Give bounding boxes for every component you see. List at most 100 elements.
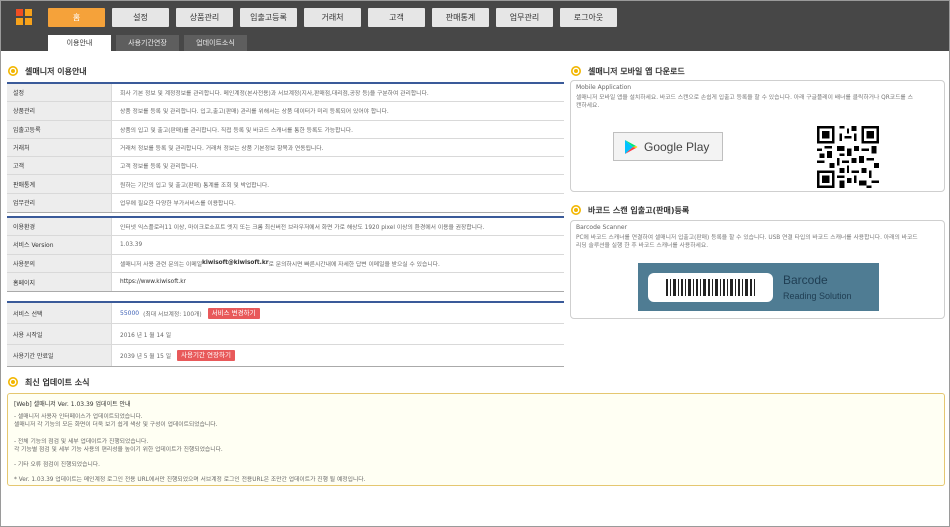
tab-extend[interactable]: 사용기간연장 [116,35,179,51]
google-play-button[interactable]: Google Play [613,132,723,161]
menu-sales-stats[interactable]: 판매통계 [432,8,489,27]
page: 홈 설정 상품관리 입출고등록 거래처 고객 판매통계 업무관리 로그아웃 이용… [0,0,950,527]
menu-inout[interactable]: 입출고등록 [240,8,297,27]
menu-clients[interactable]: 거래처 [304,8,361,27]
tab-guide[interactable]: 이용안내 [48,35,111,51]
banner-title: Barcode [783,273,828,287]
table-row: 사용기간 만료일 2039 년 5 월 15 일 사용기간 연장하기 [7,345,564,366]
row-value: 업무에 필요한 다양한 부가서비스를 이용합니다. [120,201,236,208]
row-value: 55000 (최대 서브계정: 100개) 서비스 변경하기 [112,303,564,323]
service-table: 서비스 선택 55000 (최대 서브계정: 100개) 서비스 변경하기 사용 시작… [7,301,564,367]
barcode-section-title: 바코드 스캔 입출고(판매)등록 [570,204,689,216]
service-plan-link[interactable]: 55000 [120,310,139,317]
row-key: 서비스 Version [7,236,112,254]
expiry-date-value: 2039 년 5 월 15 일 [120,354,172,360]
mobile-title-text: 셀매니저 모바일 앱 다운로드 [588,66,685,76]
row-key: 거래처 [7,138,112,157]
table-row: 사용 시작일 2016 년 1 월 14 일 [7,324,564,345]
row-key: 홈페이지 [7,272,112,292]
row-value: 인터넷 익스플로러11 이상, 마이크로소프트 엣지 또는 크롬 최신버전 브라… [120,225,485,232]
row-value: 거래처 정보를 등록 및 관리합니다. 거래처 정보는 상품 기본정보 항목과 … [120,146,324,153]
sun-icon [7,65,19,77]
row-value: 원하는 기간의 입고 및 출고(판매) 통계를 조회 및 박업합니다. [120,182,270,189]
top-navigation-bar: 홈 설정 상품관리 입출고등록 거래처 고객 판매통계 업무관리 로그아웃 [1,1,949,34]
sun-icon [570,65,582,77]
sun-icon [570,204,582,216]
version-value: 1.03.39 [120,241,143,248]
mobile-desc-line2: 캔하세요. [576,103,600,109]
barcode-desc-line2: 리딩 솔루션을 실행 한 후 바코드 스캐너를 사용하세요. [576,243,709,249]
row-key: 사용기간 만료일 [7,345,112,366]
mobile-section-title: 셀매니저 모바일 앱 다운로드 [570,65,685,77]
table-row: 고객 고객 정보를 등록 및 관리합니다. [7,157,564,176]
table-row: 입출고등록 상품의 입고 및 출고(판매)를 관리합니다. 직접 등록 및 바코드… [7,120,564,139]
row-key: 서비스 선택 [7,303,112,323]
table-row: 거래처 거래처 정보를 등록 및 관리합니다. 거래처 정보는 상품 기본정보 항… [7,138,564,158]
row-key: 사용 시작일 [7,324,112,344]
row-value: 셀매니저 사용 관련 문의는 이메일 kiwisoft@kiwisoft.kr … [112,255,564,272]
guide-section-title: 셀매니저 이용안내 [7,65,87,77]
google-play-icon [625,139,638,154]
tab-updates[interactable]: 업데이트소식 [184,35,247,51]
app-logo-icon[interactable] [16,9,33,26]
table-row: 설정 회사 기본 정보 및 계정정보를 관리합니다. 메인계정(본사전용)과 서브… [7,84,564,103]
menu-products[interactable]: 상품관리 [176,8,233,27]
sun-icon [7,376,19,388]
extend-period-button[interactable]: 사용기간 연장하기 [177,350,235,361]
update-line: - 기타 오류 점검이 진행되었습니다. [14,462,100,468]
update-line: * Ver. 1.03.39 업데이트는 메인계정 로그인 전용 URL에서만 … [14,477,366,483]
mobile-app-box: Mobile Application 셀매니저 모바일 앱을 설치하세요. 바코… [570,80,945,192]
row-key: 입출고등록 [7,120,112,138]
qr-code-icon[interactable] [817,126,879,188]
contact-text-post: 로 문의하시면 빠른시간내에 자세한 답변 이메일을 받으실 수 있습니다. [268,261,440,268]
menu-home[interactable]: 홈 [48,8,105,27]
updates-box: [Web] 셀매니저 Ver. 1.03.39 업데이트 안내 - 셀매니저 사… [7,393,945,486]
row-key: 판매통계 [7,175,112,193]
google-play-label: Google Play [644,139,710,154]
mobile-label: Mobile Application [576,84,632,91]
guide-title-text: 셀매니저 이용안내 [25,66,87,76]
menu-settings[interactable]: 설정 [112,8,169,27]
table-row: 서비스 Version 1.03.39 [7,236,564,255]
barcode-icon [648,273,773,302]
updates-section-title: 최신 업데이트 소식 [7,376,89,388]
row-key: 이용환경 [7,218,112,236]
row-key: 상품관리 [7,102,112,120]
banner-subtitle: Reading Solution [783,291,852,301]
table-row: 상품관리 상품 정보를 등록 및 관리합니다. 입고,출고(판매) 관리를 위해서… [7,102,564,121]
table-row: 이용환경 인터넷 익스플로러11 이상, 마이크로소프트 엣지 또는 크롬 최신버… [7,218,564,237]
row-value: 2039 년 5 월 15 일 사용기간 연장하기 [112,345,564,366]
barcode-box: Barcode Scanner PC에 바코드 스캐너를 연결하여 셀매니저 입… [570,220,945,319]
row-key: 설정 [7,84,112,102]
row-value: 회사 기본 정보 및 계정정보를 관리합니다. 메인계정(본사전용)과 서브계정… [120,91,429,98]
homepage-link[interactable]: https://www.kiwisoft.kr [112,273,564,291]
contact-email[interactable]: kiwisoft@kiwisoft.kr [202,260,269,266]
mobile-desc-line1: 셀매니저 모바일 앱을 설치하세요. 바코드 스캔으로 손쉽게 입출고 등록을 … [576,95,913,101]
table-row: 사용문의 셀매니저 사용 관련 문의는 이메일 kiwisoft@kiwisoft… [7,254,564,273]
barcode-title-text: 바코드 스캔 입출고(판매)등록 [588,205,690,215]
update-line: 셀매니저 각 기능의 모든 화면이 더욱 보기 쉽게 색상 및 구성이 업데이트… [14,422,218,428]
table-row: 판매통계 원하는 기간의 입고 및 출고(판매) 통계를 조회 및 박업합니다. [7,175,564,194]
service-plan-note: (최대 서브계정: 100개) [143,311,202,318]
menu-work[interactable]: 업무관리 [496,8,553,27]
menu-customers[interactable]: 고객 [368,8,425,27]
table-row: 서비스 선택 55000 (최대 서브계정: 100개) 서비스 변경하기 [7,303,564,324]
info-table: 이용환경 인터넷 익스플로러11 이상, 마이크로소프트 엣지 또는 크롬 최신버… [7,216,564,293]
update-heading: [Web] 셀매니저 Ver. 1.03.39 업데이트 안내 [14,401,131,408]
start-date-value: 2016 년 1 월 14 일 [120,332,172,339]
table-row: 홈페이지 https://www.kiwisoft.kr [7,272,564,292]
contact-text-pre: 셀매니저 사용 관련 문의는 이메일 [120,261,203,268]
menu-logout[interactable]: 로그아웃 [560,8,617,27]
barcode-desc-line1: PC에 바코드 스캐너를 연결하여 셀매니저 입출고(판매) 등록을 할 수 있… [576,235,918,241]
tabs: 이용안내 사용기간연장 업데이트소식 [48,35,252,51]
barcode-solution-banner[interactable]: Barcode Reading Solution [638,263,879,311]
row-key: 고객 [7,157,112,175]
row-key: 업무관리 [7,193,112,213]
main-menu: 홈 설정 상품관리 입출고등록 거래처 고객 판매통계 업무관리 로그아웃 [48,8,624,27]
table-row: 업무관리 업무에 필요한 다양한 부가서비스를 이용합니다. [7,193,564,213]
row-value: 고객 정보를 등록 및 관리합니다. [120,164,199,171]
updates-title-text: 최신 업데이트 소식 [25,377,90,387]
row-key: 사용문의 [7,254,112,272]
barcode-label: Barcode Scanner [576,224,628,231]
change-service-button[interactable]: 서비스 변경하기 [207,307,260,319]
